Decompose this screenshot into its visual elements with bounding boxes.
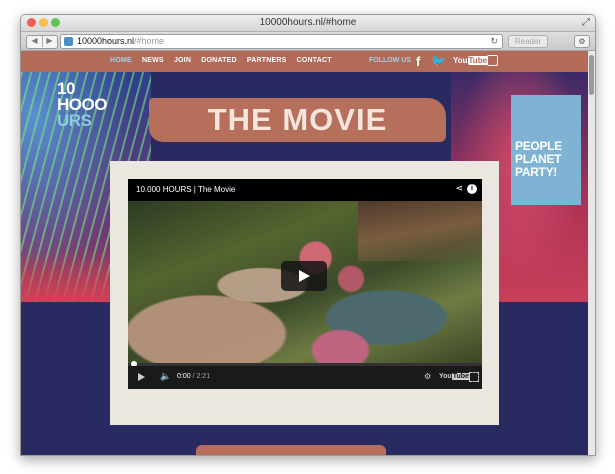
gear-icon[interactable]: ⚙	[574, 35, 590, 48]
site-nav-bar: HOME NEWS JOIN DONATED PARTNERS CONTACT …	[21, 51, 588, 72]
video-title[interactable]: 10.000 HOURS | The Movie	[136, 185, 235, 194]
time-display: 0:00 / 2:21	[177, 373, 210, 380]
scrollbar-thumb[interactable]	[589, 55, 594, 95]
reader-button[interactable]: Reader	[508, 35, 548, 48]
fullscreen-icon[interactable]: ⤢	[582, 17, 590, 29]
page-scrollbar[interactable]	[588, 51, 595, 455]
video-header: 10.000 HOURS | The Movie ⋖ i	[128, 179, 482, 201]
video-controls: 🔈 0:00 / 2:21 ⚙ YouTube	[128, 366, 482, 389]
instagram-icon[interactable]	[487, 55, 498, 66]
tagline-line-3: PARTY!	[515, 165, 557, 179]
fullscreen-video-icon[interactable]	[469, 372, 479, 382]
play-button[interactable]	[281, 261, 327, 291]
settings-icon[interactable]: ⚙	[424, 372, 431, 381]
site-menu: HOME NEWS JOIN DONATED PARTNERS CONTACT	[110, 57, 340, 64]
play-icon[interactable]	[138, 373, 145, 381]
url-text[interactable]: 10000hours.nl/#home	[77, 36, 164, 47]
url-hash: /#home	[134, 36, 165, 46]
page-title: THE MOVIE	[207, 102, 388, 137]
favicon-icon	[64, 37, 73, 46]
share-icon[interactable]: ⋖	[455, 183, 463, 194]
nav-item-news[interactable]: NEWS	[142, 57, 164, 64]
window-title: 10000hours.nl/#home	[259, 17, 357, 28]
web-page: HOME NEWS JOIN DONATED PARTNERS CONTACT …	[21, 51, 588, 455]
nav-item-join[interactable]: JOIN	[174, 57, 191, 64]
title-bar: 10000hours.nl/#home ⤢	[21, 15, 595, 32]
browser-window: 10000hours.nl/#home ⤢ ◀ ▶ 10000hours.nl/…	[20, 14, 596, 456]
back-arrow-icon[interactable]: ◀	[27, 35, 43, 47]
footer-banner-strip	[196, 445, 386, 455]
nav-item-partners[interactable]: PARTNERS	[247, 57, 287, 64]
follow-us-label: FOLLOW US	[369, 57, 411, 64]
back-forward-buttons: ◀ ▶	[26, 35, 58, 49]
tagline: PEOPLE PLANET PARTY!	[515, 140, 562, 179]
nav-item-donated[interactable]: DONATED	[201, 57, 237, 64]
url-domain: 10000hours.nl	[77, 36, 135, 46]
volume-icon[interactable]: 🔈	[160, 371, 171, 382]
reload-icon[interactable]: ↻	[490, 35, 498, 47]
current-time: 0:00	[177, 373, 191, 380]
facebook-icon[interactable]: f	[416, 54, 420, 69]
site-logo[interactable]: 10 HOOO URS	[57, 80, 107, 130]
forward-arrow-icon[interactable]: ▶	[42, 35, 57, 47]
video-player[interactable]: 10.000 HOURS | The Movie ⋖ i 🔈 0:00 / 2:…	[128, 179, 482, 389]
youtube-icon[interactable]: YouTube	[453, 56, 489, 65]
info-icon[interactable]: i	[467, 184, 477, 194]
youtube-logo-icon[interactable]: YouTube	[439, 373, 470, 380]
nav-item-contact[interactable]: CONTACT	[297, 57, 332, 64]
twitter-icon[interactable]: 🐦	[431, 54, 446, 68]
logo-line-3: URS	[57, 111, 92, 130]
nav-item-home[interactable]: HOME	[110, 57, 132, 64]
browser-toolbar: ◀ ▶ 10000hours.nl/#home ↻ Reader ⚙	[21, 32, 595, 51]
total-duration: / 2:21	[192, 373, 211, 380]
address-bar[interactable]: 10000hours.nl/#home ↻	[60, 34, 503, 49]
